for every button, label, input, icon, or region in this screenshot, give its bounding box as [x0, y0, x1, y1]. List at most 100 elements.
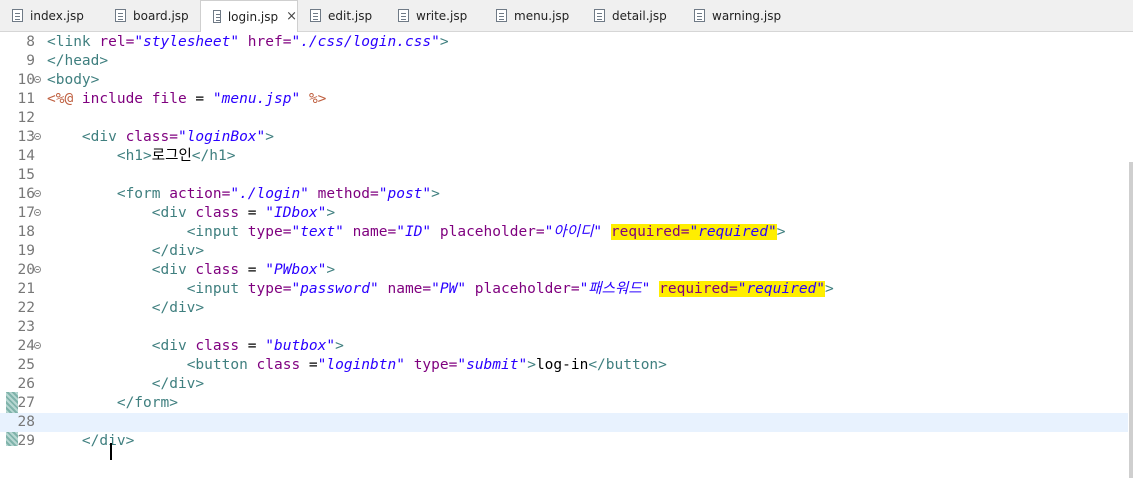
- code-line[interactable]: 16 <form action="./login" method="post">: [0, 185, 1128, 204]
- code-line[interactable]: 10 <body>: [0, 71, 1128, 90]
- code-token: </div>: [151, 243, 205, 259]
- code-line[interactable]: 17 <div class = "IDbox">: [0, 204, 1128, 223]
- fold-toggle-icon[interactable]: [34, 76, 41, 83]
- tab-warning-jsp[interactable]: warning.jsp: [682, 0, 792, 31]
- fold-toggle-icon[interactable]: [34, 342, 41, 349]
- code-text: <%@ include file = "menu.jsp" %>: [47, 90, 326, 109]
- tab-edit-jsp[interactable]: edit.jsp: [298, 0, 386, 31]
- code-token: >: [335, 338, 344, 354]
- code-token: %>: [300, 91, 327, 107]
- code-line[interactable]: 18 <input type="text" name="ID" placehol…: [0, 223, 1128, 242]
- code-token: <link: [47, 34, 100, 50]
- code-line[interactable]: 19 </div>: [0, 242, 1128, 261]
- tab-login-jsp[interactable]: login.jsp ×: [200, 0, 298, 32]
- code-token: log-in: [535, 357, 589, 373]
- line-number: 22: [17, 300, 35, 316]
- line-number: 13: [17, 129, 35, 145]
- line-number: 15: [17, 167, 35, 183]
- code-line[interactable]: 13 <div class="loginBox">: [0, 128, 1128, 147]
- code-token: name=: [343, 224, 397, 240]
- code-text: <input type="text" name="ID" placeholder…: [47, 223, 786, 242]
- code-token: "PW": [431, 281, 467, 297]
- fold-toggle-icon[interactable]: [34, 190, 41, 197]
- line-number: 24: [17, 338, 35, 354]
- fold-toggle-icon[interactable]: [34, 209, 41, 216]
- scrollbar-thumb[interactable]: [1129, 162, 1133, 478]
- code-editor[interactable]: 8 <link rel="stylesheet" href="./css/logi…: [0, 32, 1133, 460]
- code-line[interactable]: 12: [0, 109, 1128, 128]
- close-tab-icon[interactable]: ×: [286, 9, 297, 24]
- code-text: <div class="loginBox">: [47, 128, 274, 147]
- code-text: <input type="password" name="PW" placeho…: [47, 280, 834, 299]
- code-token: method=: [308, 186, 379, 202]
- highlighted-token: "required": [737, 281, 826, 297]
- code-token: >: [326, 262, 336, 278]
- code-line[interactable]: 14 <h1>로그인</h1>: [0, 147, 1128, 166]
- tab-detail-jsp[interactable]: detail.jsp: [582, 0, 682, 31]
- code-token: >: [431, 186, 440, 202]
- code-token: </h1>: [191, 148, 236, 164]
- code-token: </head>: [47, 53, 109, 69]
- line-number: 14: [17, 148, 35, 164]
- tab-label: edit.jsp: [328, 8, 373, 23]
- code-text: </div>: [47, 242, 204, 261]
- code-token: class: [195, 338, 240, 354]
- fold-toggle-icon[interactable]: [34, 266, 41, 273]
- code-text: <body>: [47, 71, 99, 90]
- file-icon: [694, 9, 705, 22]
- code-line[interactable]: 27 </form>: [0, 394, 1128, 413]
- code-token: "패스워드": [579, 281, 651, 297]
- code-text: <button class ="loginbtn" type="submit">…: [47, 356, 667, 375]
- code-line[interactable]: 29 </div>: [0, 432, 1128, 451]
- code-token: <div: [151, 262, 196, 278]
- code-token: </form>: [116, 395, 178, 411]
- code-token: "submit": [457, 357, 528, 373]
- file-icon: [12, 9, 23, 22]
- line-number: 10: [17, 72, 35, 88]
- code-line[interactable]: 22 </div>: [0, 299, 1128, 318]
- code-text: <div class = "butbox">: [47, 337, 344, 356]
- line-number: 8: [26, 34, 35, 50]
- code-token: </div>: [151, 300, 205, 316]
- code-line[interactable]: 25 <button class ="loginbtn" type="submi…: [0, 356, 1128, 375]
- code-token: "./css/login.css": [291, 34, 440, 50]
- code-line[interactable]: 11 <%@ include file = "menu.jsp" %>: [0, 90, 1128, 109]
- tab-write-jsp[interactable]: write.jsp: [386, 0, 484, 31]
- code-line[interactable]: 24 <div class = "butbox">: [0, 337, 1128, 356]
- code-token: "loginBox": [177, 129, 266, 145]
- fold-toggle-icon[interactable]: [34, 133, 41, 140]
- code-token: class: [256, 357, 301, 373]
- tab-label: warning.jsp: [712, 8, 782, 23]
- tab-label: index.jsp: [30, 8, 84, 23]
- line-number: 16: [17, 186, 35, 202]
- code-line[interactable]: 20 <div class = "PWbox">: [0, 261, 1128, 280]
- code-line[interactable]: 15: [0, 166, 1128, 185]
- tab-menu-jsp[interactable]: menu.jsp: [484, 0, 582, 31]
- code-line[interactable]: 21 <input type="password" name="PW" plac…: [0, 280, 1128, 299]
- code-line[interactable]: 28: [0, 413, 1128, 432]
- code-token: <div: [151, 205, 196, 221]
- code-line[interactable]: 23: [0, 318, 1128, 337]
- vertical-scrollbar[interactable]: [1128, 32, 1133, 478]
- code-line[interactable]: 9 </head>: [0, 52, 1128, 71]
- code-line[interactable]: 26 </div>: [0, 375, 1128, 394]
- code-token: class=: [125, 129, 178, 145]
- code-token: "menu.jsp": [212, 91, 301, 107]
- code-token: "loginbtn": [317, 357, 405, 373]
- code-line[interactable]: 8 <link rel="stylesheet" href="./css/logi…: [0, 33, 1128, 52]
- file-icon: [398, 9, 409, 22]
- code-token: 로그인: [151, 148, 192, 164]
- tab-board-jsp[interactable]: board.jsp: [103, 0, 200, 31]
- file-icon: [496, 9, 507, 22]
- code-token: <div: [151, 338, 196, 354]
- code-token: name=: [378, 281, 432, 297]
- line-number: 23: [17, 319, 35, 335]
- code-token: =: [186, 91, 213, 107]
- tab-label: board.jsp: [133, 8, 189, 23]
- tab-index-jsp[interactable]: index.jsp: [0, 0, 106, 31]
